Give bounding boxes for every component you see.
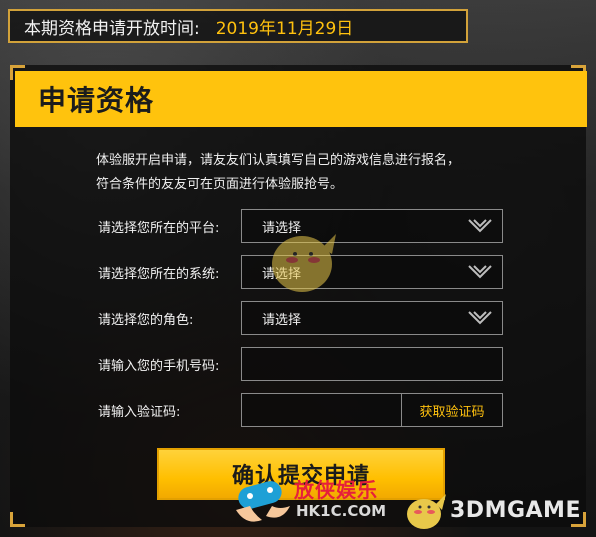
chevron-down-icon bbox=[468, 265, 492, 279]
code-field-group: 获取验证码 bbox=[241, 393, 503, 427]
panel-title: 申请资格 bbox=[38, 84, 155, 117]
application-time-bar: 本期资格申请开放时间: 2019年11月29日 bbox=[8, 9, 468, 43]
time-date: 2019年11月29日 bbox=[215, 18, 354, 39]
phone-input[interactable] bbox=[241, 347, 503, 381]
verification-code-input[interactable] bbox=[241, 393, 402, 427]
hk1c-watermark: 放侠娱乐 HK1C.COM bbox=[232, 470, 412, 530]
role-label: 请选择您的角色: bbox=[98, 312, 194, 328]
description-line-2: 符合条件的友友可在页面进行体验服抢号。 bbox=[96, 177, 344, 192]
hk1c-watermark-en: HK1C.COM bbox=[296, 502, 387, 520]
mascot-watermark-icon bbox=[262, 220, 342, 304]
frame-corner bbox=[10, 512, 25, 527]
3dmgame-watermark: 3DMGAME bbox=[402, 488, 592, 532]
platform-label: 请选择您所在的平台: bbox=[98, 220, 220, 236]
chevron-down-icon bbox=[468, 311, 492, 325]
panel-description: 体验服开启申请，请友友们认真填写自己的游戏信息进行报名， 符合条件的友友可在页面… bbox=[96, 149, 516, 197]
system-label: 请选择您所在的系统: bbox=[98, 266, 220, 282]
hk1c-watermark-cn: 放侠娱乐 bbox=[294, 478, 378, 502]
code-row: 请输入验证码: 获取验证码 bbox=[98, 393, 503, 427]
description-line-1: 体验服开启申请，请友友们认真填写自己的游戏信息进行报名， bbox=[96, 153, 461, 168]
role-select[interactable]: 请选择 bbox=[241, 301, 503, 335]
role-row: 请选择您的角色: 请选择 bbox=[98, 301, 503, 335]
phone-label: 请输入您的手机号码: bbox=[98, 358, 220, 374]
code-label: 请输入验证码: bbox=[98, 404, 181, 420]
chevron-down-icon bbox=[468, 219, 492, 233]
3dm-mascot-icon bbox=[407, 494, 446, 529]
phone-row: 请输入您的手机号码: bbox=[98, 347, 503, 381]
get-code-button[interactable]: 获取验证码 bbox=[402, 393, 503, 427]
gamepad-hand-icon bbox=[236, 481, 290, 522]
panel-header: 申请资格 bbox=[15, 71, 587, 127]
3dmgame-watermark-text: 3DMGAME bbox=[450, 498, 581, 523]
time-label: 本期资格申请开放时间: bbox=[24, 18, 200, 39]
role-select-value: 请选择 bbox=[262, 312, 302, 328]
